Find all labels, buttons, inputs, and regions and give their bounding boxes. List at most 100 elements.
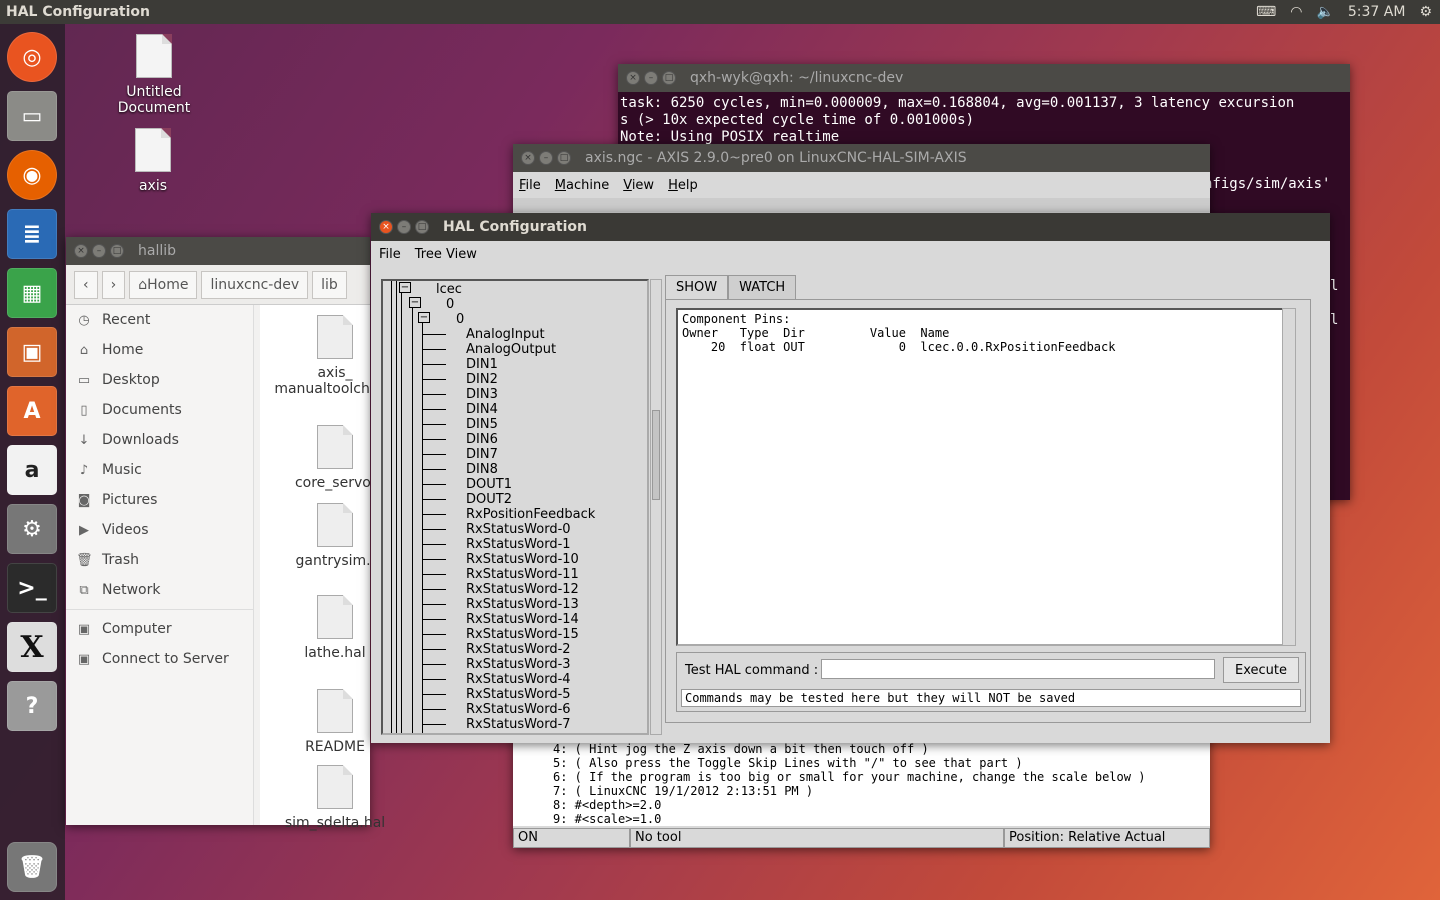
tree-item[interactable]: RxStatusWord-14 <box>466 612 579 627</box>
tab-show[interactable]: SHOW <box>665 275 729 301</box>
files-titlebar[interactable]: × – □ hallib <box>66 237 370 265</box>
path-home-button[interactable]: ⌂ Home <box>129 270 198 299</box>
sidebar-item-videos[interactable]: ▶ Videos <box>66 515 253 545</box>
collapse-toggle-icon[interactable]: − <box>409 297 421 308</box>
sidebar-item-home[interactable]: ⌂ Home <box>66 335 253 365</box>
terminal-titlebar[interactable]: × – □ qxh-wyk@qxh: ~/linuxcnc-dev <box>618 64 1350 92</box>
sidebar-item-music[interactable]: ♪ Music <box>66 455 253 485</box>
sidebar-item-pictures[interactable]: ◙ Pictures <box>66 485 253 515</box>
close-icon[interactable]: × <box>521 151 535 165</box>
tree-item[interactable]: RxStatusWord-1 <box>466 537 571 552</box>
tree-item[interactable]: DOUT1 <box>466 477 512 492</box>
tree-item[interactable]: DIN3 <box>466 387 498 402</box>
collapse-toggle-icon[interactable]: − <box>418 312 430 323</box>
minimize-icon[interactable]: – <box>644 71 658 85</box>
tree-item[interactable]: RxStatusWord-6 <box>466 702 571 717</box>
writer-icon[interactable]: ≣ <box>7 209 57 259</box>
tree-item[interactable]: RxStatusWord-12 <box>466 582 579 597</box>
tree-item[interactable]: DIN2 <box>466 372 498 387</box>
minimize-icon[interactable]: – <box>92 244 106 258</box>
show-output[interactable]: Component Pins: Owner Type Dir Value Nam… <box>676 308 1292 646</box>
tree-item[interactable]: DIN8 <box>466 462 498 477</box>
tree-item[interactable]: RxStatusWord-7 <box>466 717 571 732</box>
tree-item[interactable]: DIN6 <box>466 432 498 447</box>
execute-button[interactable]: Execute <box>1223 657 1299 683</box>
firefox-icon[interactable]: ◉ <box>7 150 57 200</box>
tree-item[interactable]: DIN1 <box>466 357 498 372</box>
minimize-icon[interactable]: – <box>539 151 553 165</box>
tree-node-level1[interactable]: 0 <box>446 297 454 312</box>
trash-icon[interactable]: 🗑 <box>7 842 57 892</box>
tree-item[interactable]: DIN7 <box>466 447 498 462</box>
tree-item[interactable]: DIN4 <box>466 402 498 417</box>
settings-gear-icon[interactable]: ⚙ <box>1419 4 1432 20</box>
impress-icon[interactable]: ▣ <box>7 327 57 377</box>
menu-machine[interactable]: Machine <box>555 178 609 193</box>
calc-icon[interactable]: ▦ <box>7 268 57 318</box>
system-settings-icon[interactable]: ⚙ <box>7 504 57 554</box>
tree-node-level2[interactable]: 0 <box>456 312 464 327</box>
amazon-icon[interactable]: a <box>7 445 57 495</box>
file-item[interactable]: sim_sdelta.hal <box>270 765 400 831</box>
tree-item[interactable]: DIN5 <box>466 417 498 432</box>
menu-view[interactable]: View <box>623 178 654 193</box>
sidebar-item-desktop[interactable]: ▭ Desktop <box>66 365 253 395</box>
tree-item[interactable]: RxStatusWord-0 <box>466 522 571 537</box>
close-icon[interactable]: × <box>379 220 393 234</box>
minimize-icon[interactable]: – <box>397 220 411 234</box>
tree-scrollbar[interactable] <box>650 279 662 735</box>
terminal-output[interactable]: task: 6250 cycles, min=0.000009, max=0.1… <box>618 92 1350 149</box>
desktop-icon-axis[interactable]: axis <box>118 128 188 194</box>
volume-icon[interactable]: 🔈 <box>1316 4 1333 20</box>
files-app-icon[interactable]: ▭ <box>7 91 57 141</box>
software-center-icon[interactable]: A <box>7 386 57 436</box>
hal-tree[interactable]: − lcec − 0 − 0 AnalogInput AnalogOutput DI… <box>381 279 649 735</box>
menu-file[interactable]: File <box>379 247 401 262</box>
back-button[interactable]: ‹ <box>74 270 98 299</box>
menu-help[interactable]: Help <box>668 178 698 193</box>
maximize-icon[interactable]: □ <box>557 151 571 165</box>
terminal-app-icon[interactable]: >_ <box>7 563 57 613</box>
tree-item[interactable]: RxStatusWord-3 <box>466 657 571 672</box>
axis-titlebar[interactable]: × – □ axis.ngc - AXIS 2.9.0~pre0 on Linu… <box>513 144 1210 172</box>
sidebar-item-trash[interactable]: 🗑 Trash <box>66 545 253 575</box>
clock[interactable]: 5:37 AM <box>1348 4 1406 20</box>
tree-item[interactable]: RxStatusWord-2 <box>466 642 571 657</box>
axis-toolbar[interactable] <box>513 198 1210 212</box>
command-input[interactable] <box>821 659 1215 679</box>
sidebar-item-connect-server[interactable]: ▣ Connect to Server <box>66 644 253 674</box>
close-icon[interactable]: × <box>74 244 88 258</box>
help-icon[interactable]: ? <box>7 681 57 731</box>
keyboard-icon[interactable]: ⌨ <box>1256 4 1276 20</box>
tree-item[interactable]: RxPositionFeedback <box>466 507 595 522</box>
sidebar-item-documents[interactable]: ▯ Documents <box>66 395 253 425</box>
tree-item[interactable]: RxStatusWord-15 <box>466 627 579 642</box>
ubuntu-dash-icon[interactable]: ◎ <box>7 32 57 82</box>
tree-item[interactable]: RxStatusWord-10 <box>466 552 579 567</box>
tree-item[interactable]: RxStatusWord-11 <box>466 567 579 582</box>
maximize-icon[interactable]: □ <box>415 220 429 234</box>
tree-item[interactable]: AnalogInput <box>466 327 545 342</box>
tree-scroll-thumb[interactable] <box>652 410 660 500</box>
tree-node-root[interactable]: lcec <box>436 282 462 297</box>
tree-item[interactable]: RxStatusWord-5 <box>466 687 571 702</box>
wifi-icon[interactable]: ◠ <box>1290 4 1302 20</box>
gcode-view[interactable]: 4: ( Hint jog the Z axis down a bit then… <box>513 742 1210 826</box>
menu-file[interactable]: File <box>519 178 541 193</box>
tab-watch[interactable]: WATCH <box>728 275 797 301</box>
path-linuxcnc-button[interactable]: linuxcnc-dev <box>201 270 309 299</box>
sidebar-item-downloads[interactable]: ↓ Downloads <box>66 425 253 455</box>
sidebar-item-computer[interactable]: ▣ Computer <box>66 614 253 644</box>
menu-tree-view[interactable]: Tree View <box>415 247 477 262</box>
path-lib-button[interactable]: lib <box>312 270 347 299</box>
desktop-icon-untitled[interactable]: Untitled Document <box>88 34 220 116</box>
sidebar-item-recent[interactable]: ◷ Recent <box>66 305 253 335</box>
tree-item[interactable]: AnalogOutput <box>466 342 556 357</box>
tree-item[interactable]: DOUT2 <box>466 492 512 507</box>
maximize-icon[interactable]: □ <box>110 244 124 258</box>
output-scrollbar[interactable] <box>1282 308 1296 646</box>
sidebar-item-network[interactable]: ⧉ Network <box>66 575 253 605</box>
hal-titlebar[interactable]: × – □ HAL Configuration <box>371 213 1330 241</box>
forward-button[interactable]: › <box>101 270 126 299</box>
collapse-toggle-icon[interactable]: − <box>399 282 411 293</box>
